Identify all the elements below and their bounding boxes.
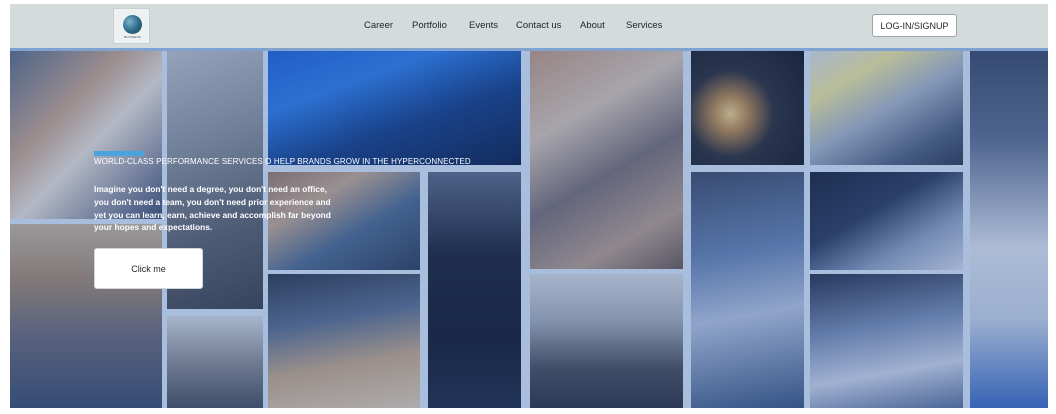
photo-cafe bbox=[530, 274, 683, 408]
photo-skyscrapers bbox=[268, 51, 521, 165]
hero-accent-bar bbox=[94, 151, 144, 156]
click-me-button[interactable]: Click me bbox=[94, 248, 203, 289]
hero-tagline: WORLD-CLASS PERFORMANCE SERVICES O HELP … bbox=[94, 157, 471, 166]
photo-suit bbox=[428, 172, 521, 408]
nav-about[interactable]: About bbox=[580, 20, 605, 31]
logo-text: BUSINESS bbox=[124, 35, 141, 39]
photo-typing bbox=[810, 172, 963, 270]
nav-career[interactable]: Career bbox=[364, 20, 393, 31]
photo-meeting-board bbox=[810, 51, 963, 165]
nav-events[interactable]: Events bbox=[469, 20, 498, 31]
photo-laptop-desk bbox=[810, 274, 963, 408]
photo-team-table bbox=[268, 274, 420, 408]
nav-contact-us[interactable]: Contact us bbox=[516, 20, 561, 31]
login-signup-button[interactable]: LOG-IN/SIGNUP bbox=[872, 14, 957, 37]
hero-paragraph: Imagine you don't need a degree, you don… bbox=[94, 184, 331, 233]
photo-high-five bbox=[530, 51, 683, 269]
photo-lounge bbox=[167, 316, 263, 408]
photo-laptop-hands bbox=[691, 172, 804, 408]
site-header: BUSINESS Career Portfolio Events Contact… bbox=[10, 4, 1048, 48]
header-divider bbox=[10, 48, 1048, 51]
globe-icon bbox=[123, 15, 142, 34]
nav-services[interactable]: Services bbox=[626, 20, 662, 31]
nav-portfolio[interactable]: Portfolio bbox=[412, 20, 447, 31]
photo-workspace-right bbox=[970, 51, 1048, 408]
site-logo[interactable]: BUSINESS bbox=[113, 8, 150, 44]
photo-lightbulbs bbox=[691, 51, 804, 165]
page-frame: BUSINESS Career Portfolio Events Contact… bbox=[10, 4, 1048, 408]
